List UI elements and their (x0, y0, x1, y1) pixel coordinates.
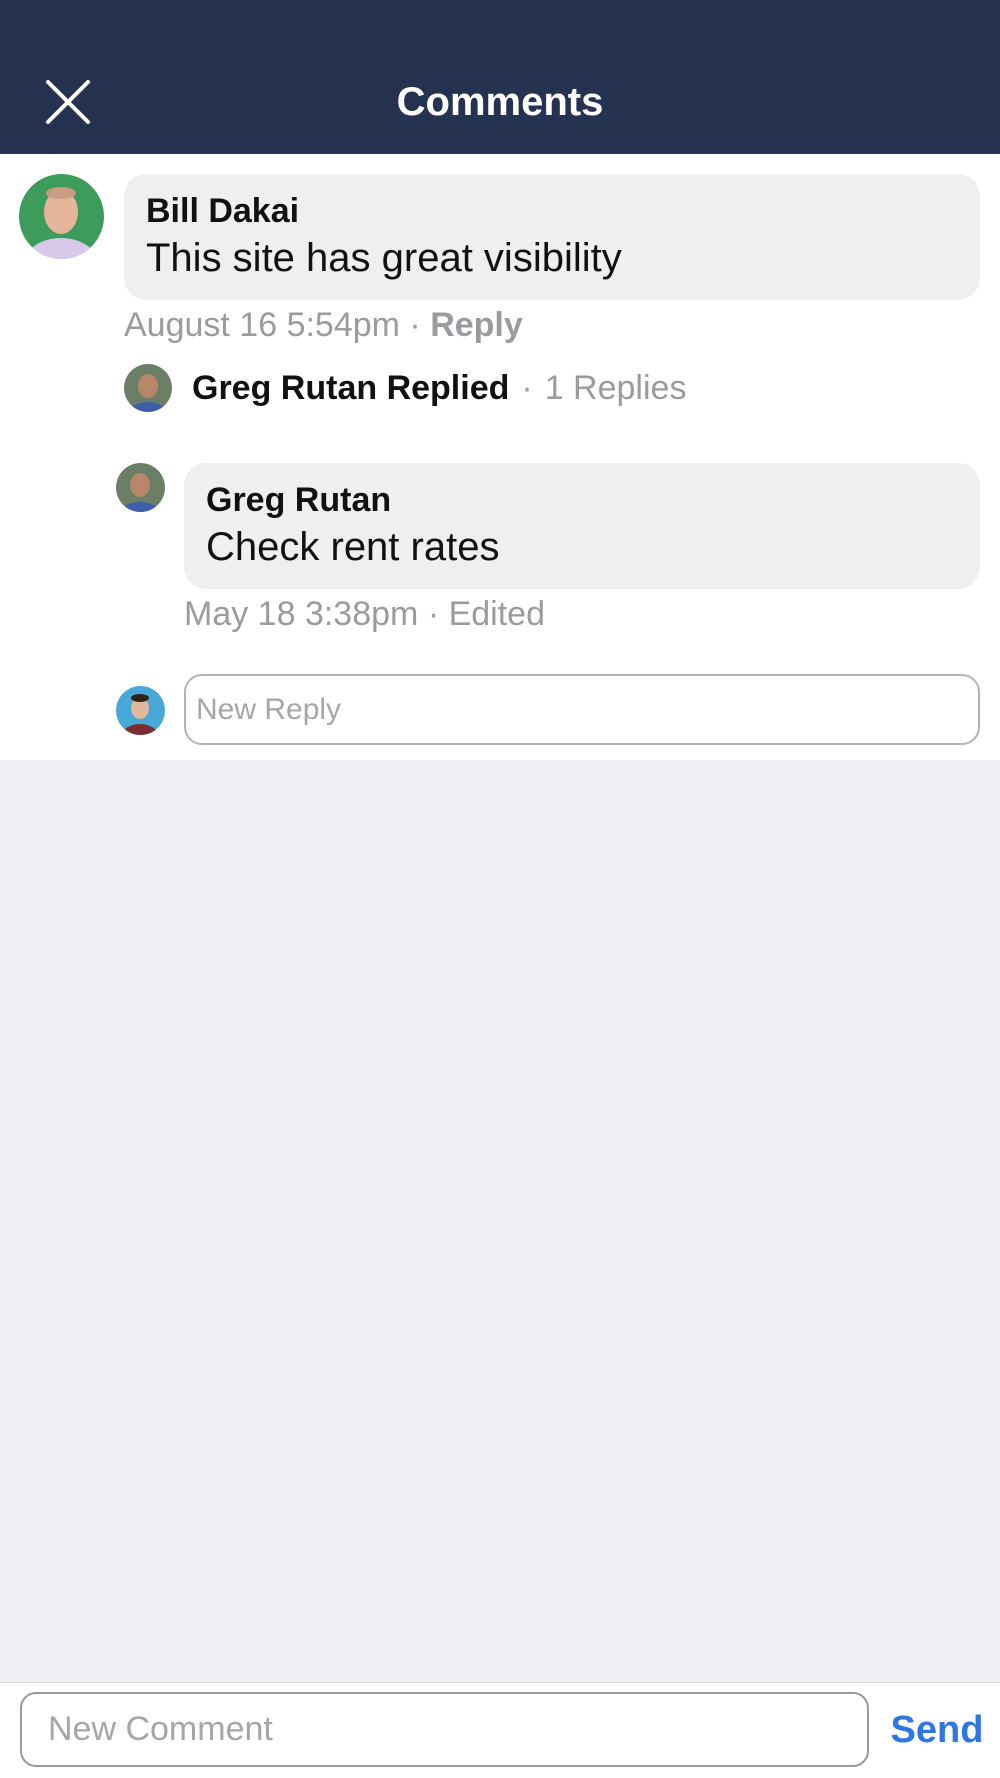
comment-author[interactable]: Bill Dakai (146, 192, 299, 231)
comments-header: Comments (0, 0, 1000, 154)
edited-label: Edited (448, 595, 545, 633)
avatar-greg-rutan-small (124, 364, 172, 412)
comment-text: This site has great visibility (146, 236, 622, 280)
reply-timestamp: May 18 3:38pm (184, 595, 419, 633)
replies-summary[interactable]: Greg Rutan Replied · 1 Replies (192, 369, 686, 408)
send-button[interactable]: Send (885, 1703, 989, 1757)
reply-author[interactable]: Greg Rutan (206, 481, 391, 520)
meta-separator: · (409, 306, 421, 344)
new-reply-input[interactable] (184, 674, 980, 745)
comment-meta: August 16 5:54pm · Reply (124, 306, 523, 345)
reply-link[interactable]: Reply (430, 306, 523, 344)
comment-timestamp: August 16 5:54pm (124, 306, 400, 344)
meta-separator: · (427, 595, 440, 633)
new-comment-input[interactable] (20, 1692, 869, 1767)
avatar-current-user (116, 686, 165, 735)
page-title: Comments (396, 80, 604, 124)
reply-meta: May 18 3:38pm · Edited (184, 595, 545, 634)
avatar-greg-rutan[interactable] (116, 463, 165, 512)
avatar-bill-dakai[interactable] (19, 174, 104, 259)
replier-name: Greg Rutan Replied (192, 369, 510, 407)
comment-composer: Send (0, 1682, 1000, 1778)
reply-text: Check rent rates (206, 525, 500, 569)
replies-count[interactable]: 1 Replies (545, 369, 687, 407)
summary-separator: · (521, 369, 533, 407)
